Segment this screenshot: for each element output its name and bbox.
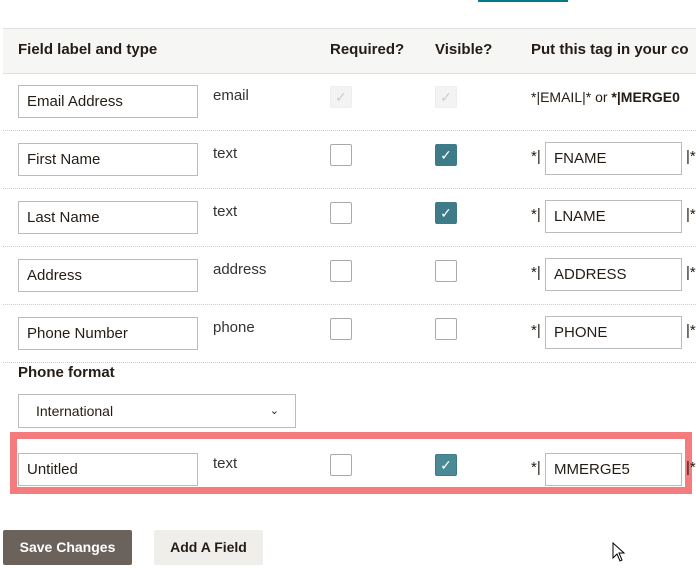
required-checkbox: ✓ bbox=[330, 86, 352, 108]
tag-suffix: |* bbox=[686, 264, 696, 281]
field-label-input[interactable]: Untitled bbox=[18, 453, 198, 486]
table-row: First Name text ✓ *| FNAME |* bbox=[3, 130, 696, 189]
merge-tag-input[interactable]: PHONE bbox=[545, 316, 682, 349]
field-label-input[interactable]: Address bbox=[18, 259, 198, 292]
merge-tag-input[interactable]: FNAME bbox=[545, 142, 682, 175]
field-label-input[interactable]: Phone Number bbox=[18, 317, 198, 350]
required-checkbox[interactable] bbox=[330, 454, 352, 476]
visible-checkbox: ✓ bbox=[435, 86, 457, 108]
field-type: phone bbox=[213, 319, 255, 336]
save-changes-button[interactable]: Save Changes bbox=[3, 530, 132, 565]
header-field-label: Field label and type bbox=[18, 41, 158, 58]
tag-prefix: *| bbox=[531, 148, 541, 165]
phone-format-label: Phone format bbox=[18, 364, 115, 381]
visible-checkbox[interactable]: ✓ bbox=[435, 144, 457, 166]
header-required: Required? bbox=[330, 41, 405, 58]
table-row: Email Address email ✓ ✓ *|EMAIL|* or *|M… bbox=[3, 72, 696, 131]
field-type: address bbox=[213, 261, 267, 278]
tag-prefix: *| bbox=[531, 264, 541, 281]
field-type: text bbox=[213, 145, 238, 162]
field-label-input[interactable]: First Name bbox=[18, 143, 198, 176]
tag-suffix: |* bbox=[686, 322, 696, 339]
phone-format-value: International bbox=[36, 403, 114, 419]
field-type: email bbox=[213, 87, 249, 104]
tag-prefix: *| bbox=[531, 322, 541, 339]
phone-format-select[interactable]: International ⌄ bbox=[18, 394, 296, 428]
tag-prefix: *| bbox=[531, 206, 541, 223]
tag-suffix: |* bbox=[686, 459, 696, 476]
field-type: text bbox=[213, 455, 238, 472]
merge-tag-input[interactable]: ADDRESS bbox=[545, 258, 682, 291]
chevron-down-icon: ⌄ bbox=[269, 405, 279, 417]
required-checkbox[interactable] bbox=[330, 260, 352, 282]
header-tag: Put this tag in your co bbox=[531, 41, 689, 58]
merge-tag-text: *|EMAIL|* or *|MERGE0 bbox=[531, 89, 680, 105]
visible-checkbox[interactable] bbox=[435, 318, 457, 340]
visible-checkbox[interactable]: ✓ bbox=[435, 202, 457, 224]
required-checkbox[interactable] bbox=[330, 202, 352, 224]
merge-tag-input[interactable]: MMERGE5 bbox=[545, 453, 682, 486]
table-row: Phone Number phone *| PHONE |* bbox=[3, 304, 696, 363]
tag-prefix: *| bbox=[531, 459, 541, 476]
field-label-input[interactable]: Email Address bbox=[18, 85, 198, 118]
required-checkbox[interactable] bbox=[330, 144, 352, 166]
field-type: text bbox=[213, 203, 238, 220]
visible-checkbox[interactable] bbox=[435, 260, 457, 282]
field-label-input[interactable]: Last Name bbox=[18, 201, 198, 234]
top-link-underline[interactable] bbox=[478, 0, 568, 2]
table-row: Address address *| ADDRESS |* bbox=[3, 246, 696, 305]
merge-tag-input[interactable]: LNAME bbox=[545, 200, 682, 233]
visible-checkbox[interactable]: ✓ bbox=[435, 454, 457, 476]
tag-suffix: |* bbox=[686, 206, 696, 223]
header-visible: Visible? bbox=[435, 41, 493, 58]
new-field-row: Untitled text ✓ *| MMERGE5 |* bbox=[3, 437, 696, 495]
tag-suffix: |* bbox=[686, 148, 696, 165]
add-field-button[interactable]: Add A Field bbox=[154, 530, 263, 565]
required-checkbox[interactable] bbox=[330, 318, 352, 340]
table-row: Last Name text ✓ *| LNAME |* bbox=[3, 188, 696, 247]
mouse-cursor-icon bbox=[612, 542, 626, 562]
